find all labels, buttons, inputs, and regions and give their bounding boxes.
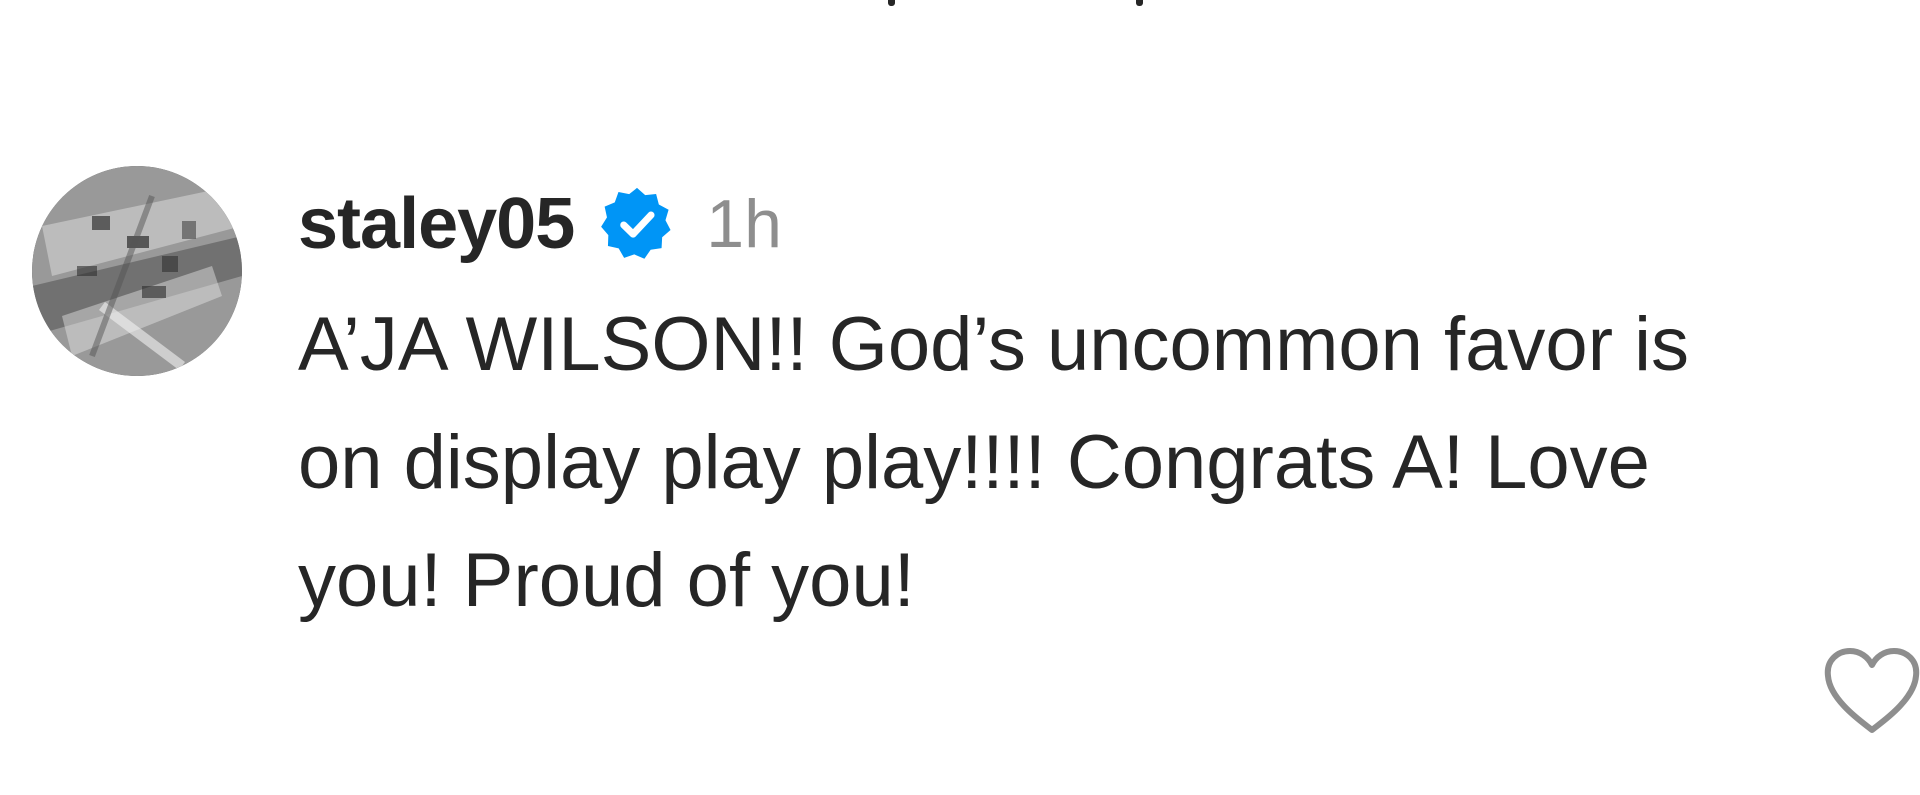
heart-outline-icon[interactable] [1822,646,1920,738]
comment-item: staley05 1h A’JA WILSON!! God’s uncommon… [32,166,1920,766]
avatar[interactable] [32,166,242,376]
comment-timestamp[interactable]: 1h [706,185,782,263]
comment-body: staley05 1h A’JA WILSON!! God’s uncommon… [298,184,1698,640]
previous-comment-remnant [870,0,1170,10]
username-link[interactable]: staley05 [298,183,575,265]
comment-page: staley05 1h A’JA WILSON!! God’s uncommon… [0,0,1920,795]
verified-badge-icon [598,185,676,263]
avatar-image [32,166,242,376]
comment-header: staley05 1h [298,184,1698,264]
comment-text: A’JA WILSON!! God’s uncommon favor is on… [298,302,1690,623]
